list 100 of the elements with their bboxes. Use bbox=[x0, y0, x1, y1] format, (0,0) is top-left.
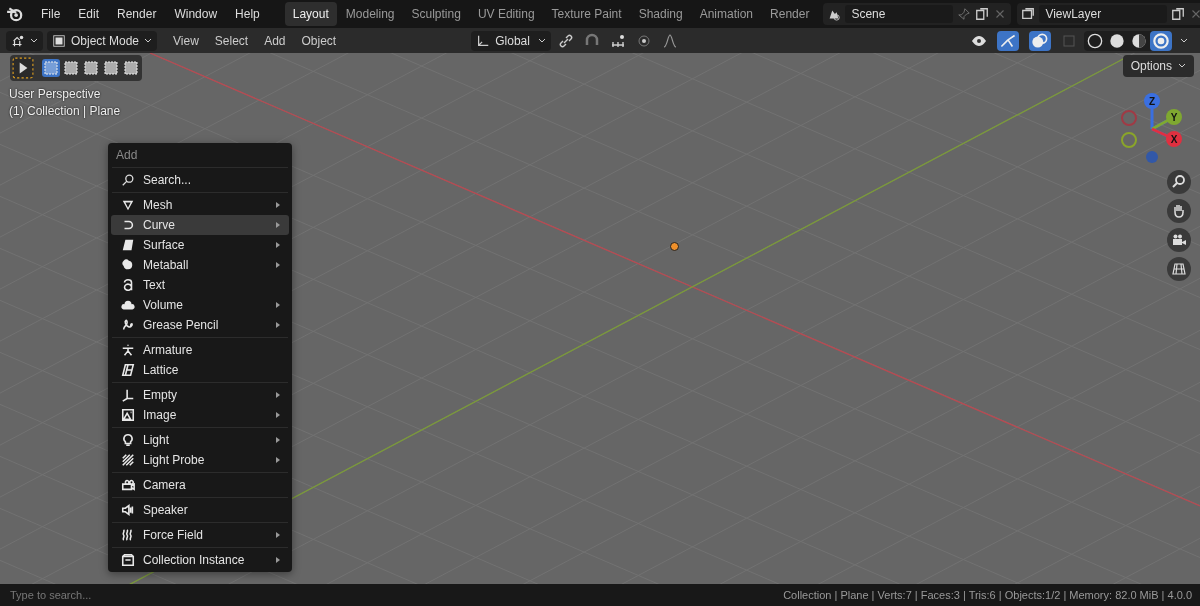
scene-statistics: Collection | Plane | Verts:7 | Faces:3 | Tris:6 | Objects:1/2 | Memory: 82.0 MiB | 4.0.0 bbox=[783, 589, 1192, 601]
menu-item-label: Force Field bbox=[143, 528, 204, 542]
menu-item[interactable]: Light Probe bbox=[111, 450, 289, 470]
search-icon bbox=[121, 173, 135, 187]
camera-icon bbox=[121, 478, 135, 492]
workspace-tab[interactable]: Modeling bbox=[337, 2, 403, 26]
menu-item[interactable]: Collection Instance bbox=[111, 550, 289, 570]
hand-icon[interactable] bbox=[1167, 199, 1191, 223]
menu-item[interactable]: Help bbox=[228, 5, 267, 23]
selection-mode-icon[interactable] bbox=[122, 59, 140, 77]
selection-mode-icon[interactable] bbox=[62, 59, 80, 77]
search-menu-item[interactable]: Search... bbox=[111, 170, 289, 190]
editor-type-button[interactable] bbox=[6, 30, 43, 51]
bulb-icon bbox=[121, 433, 135, 447]
navigation-gizmo[interactable]: Z Y X bbox=[1115, 91, 1189, 167]
options-dropdown[interactable]: Options bbox=[1122, 55, 1194, 77]
caret-icon bbox=[538, 36, 547, 45]
target-icon[interactable] bbox=[636, 32, 653, 49]
link-icon[interactable] bbox=[558, 32, 575, 49]
dropdown-caret-icon[interactable] bbox=[1180, 36, 1188, 45]
menu-item[interactable]: Curve bbox=[111, 215, 289, 235]
box-icon bbox=[121, 553, 135, 567]
menu-item[interactable]: Text bbox=[111, 275, 289, 295]
menu-item[interactable]: Surface bbox=[111, 235, 289, 255]
app-logo-icon[interactable] bbox=[6, 5, 24, 23]
camera-icon[interactable] bbox=[1167, 228, 1191, 252]
menu-item[interactable]: Mesh bbox=[111, 195, 289, 215]
shading-mode-icon[interactable] bbox=[1150, 30, 1172, 51]
menu-item[interactable]: Image bbox=[111, 405, 289, 425]
caret-icon bbox=[1178, 62, 1186, 70]
image-icon bbox=[121, 408, 135, 422]
menu-item-label: Curve bbox=[143, 218, 175, 232]
menu-title: Add bbox=[115, 147, 139, 164]
workspace-tab[interactable]: Shading bbox=[630, 2, 691, 26]
menu-item-label: Image bbox=[143, 408, 177, 422]
menu-item-label: Light bbox=[143, 433, 170, 447]
copy-icon[interactable] bbox=[975, 7, 990, 21]
menu-item[interactable]: Select bbox=[208, 31, 255, 50]
snap-increment-icon[interactable] bbox=[610, 32, 627, 49]
menu-item-label: Mesh bbox=[143, 198, 173, 212]
menu-item[interactable]: Edit bbox=[71, 5, 107, 23]
context-label: (1) Collection | Plane bbox=[9, 104, 121, 118]
selection-mode-icon[interactable] bbox=[42, 59, 60, 77]
orientation-dropdown[interactable]: Global bbox=[471, 30, 552, 51]
grid-icon[interactable] bbox=[1167, 257, 1191, 281]
menu-item[interactable]: Render bbox=[110, 5, 164, 23]
menu-item[interactable]: Armature bbox=[111, 340, 289, 360]
menu-item[interactable]: Object bbox=[295, 31, 343, 50]
origin-point bbox=[670, 242, 679, 251]
select-tool-icon[interactable] bbox=[12, 57, 34, 79]
selection-mode-icon[interactable] bbox=[102, 59, 120, 77]
workspace-tab[interactable]: UV Editing bbox=[469, 2, 543, 26]
cloud-icon bbox=[121, 298, 135, 312]
workspace-tab[interactable]: Texture Paint bbox=[543, 2, 630, 26]
view-layer-field[interactable]: ViewLayer bbox=[1039, 5, 1168, 23]
search-label: Search... bbox=[143, 173, 192, 187]
workspace-tab[interactable]: Animation bbox=[691, 2, 762, 26]
waves-icon bbox=[121, 528, 135, 542]
menu-item[interactable]: Empty bbox=[111, 385, 289, 405]
menu-item[interactable]: View bbox=[167, 31, 205, 50]
menu-item[interactable]: Add bbox=[258, 31, 292, 50]
search-field[interactable]: Type to search... bbox=[8, 588, 152, 602]
menu-item-label: Grease Pencil bbox=[143, 318, 219, 332]
menu-item[interactable]: Metaball bbox=[111, 255, 289, 275]
squiggle-icon bbox=[121, 318, 135, 332]
menu-item-label: Volume bbox=[143, 298, 184, 312]
menu-item[interactable]: Camera bbox=[111, 475, 289, 495]
workspace-tab[interactable]: Sculpting bbox=[403, 2, 469, 26]
scene-field[interactable]: Scene bbox=[845, 5, 954, 23]
menu-item[interactable]: Force Field bbox=[111, 525, 289, 545]
mode-dropdown[interactable]: Object Mode bbox=[47, 30, 157, 51]
axes-icon bbox=[121, 388, 135, 402]
menu-item[interactable]: Window bbox=[167, 5, 225, 23]
copy-icon[interactable] bbox=[1171, 7, 1186, 21]
workspace-tab[interactable]: Layout bbox=[284, 2, 337, 26]
menu-item[interactable]: Light bbox=[111, 430, 289, 450]
menu-item-label: Empty bbox=[143, 388, 177, 402]
cube-icon bbox=[52, 33, 66, 48]
menu-item-label: Metaball bbox=[143, 258, 189, 272]
axes-icon bbox=[476, 33, 491, 48]
figure-icon bbox=[121, 343, 135, 357]
surface-icon bbox=[121, 238, 135, 252]
menu-item[interactable]: Volume bbox=[111, 295, 289, 315]
view-name: User Perspective bbox=[9, 87, 102, 101]
menu-item[interactable]: Speaker bbox=[111, 500, 289, 520]
falloff-curve-icon[interactable] bbox=[662, 32, 679, 49]
menu-item-label: Camera bbox=[143, 478, 186, 492]
zoom-icon[interactable] bbox=[1167, 170, 1191, 194]
gizmo-toggle-icon[interactable] bbox=[997, 30, 1019, 51]
menu-item[interactable]: Lattice bbox=[111, 360, 289, 380]
menu-item-label: Collection Instance bbox=[143, 553, 245, 567]
editor-type-icon bbox=[11, 33, 25, 48]
triangle-icon bbox=[121, 198, 135, 212]
overlay-toggle-icon[interactable] bbox=[1029, 30, 1051, 51]
menu-item-label: Lattice bbox=[143, 363, 179, 377]
selection-mode-icon[interactable] bbox=[82, 59, 100, 77]
layers-icon[interactable] bbox=[1021, 7, 1036, 21]
menu-item[interactable]: File bbox=[34, 5, 68, 23]
menu-item[interactable]: Grease Pencil bbox=[111, 315, 289, 335]
workspace-tab[interactable]: Render bbox=[762, 2, 818, 26]
